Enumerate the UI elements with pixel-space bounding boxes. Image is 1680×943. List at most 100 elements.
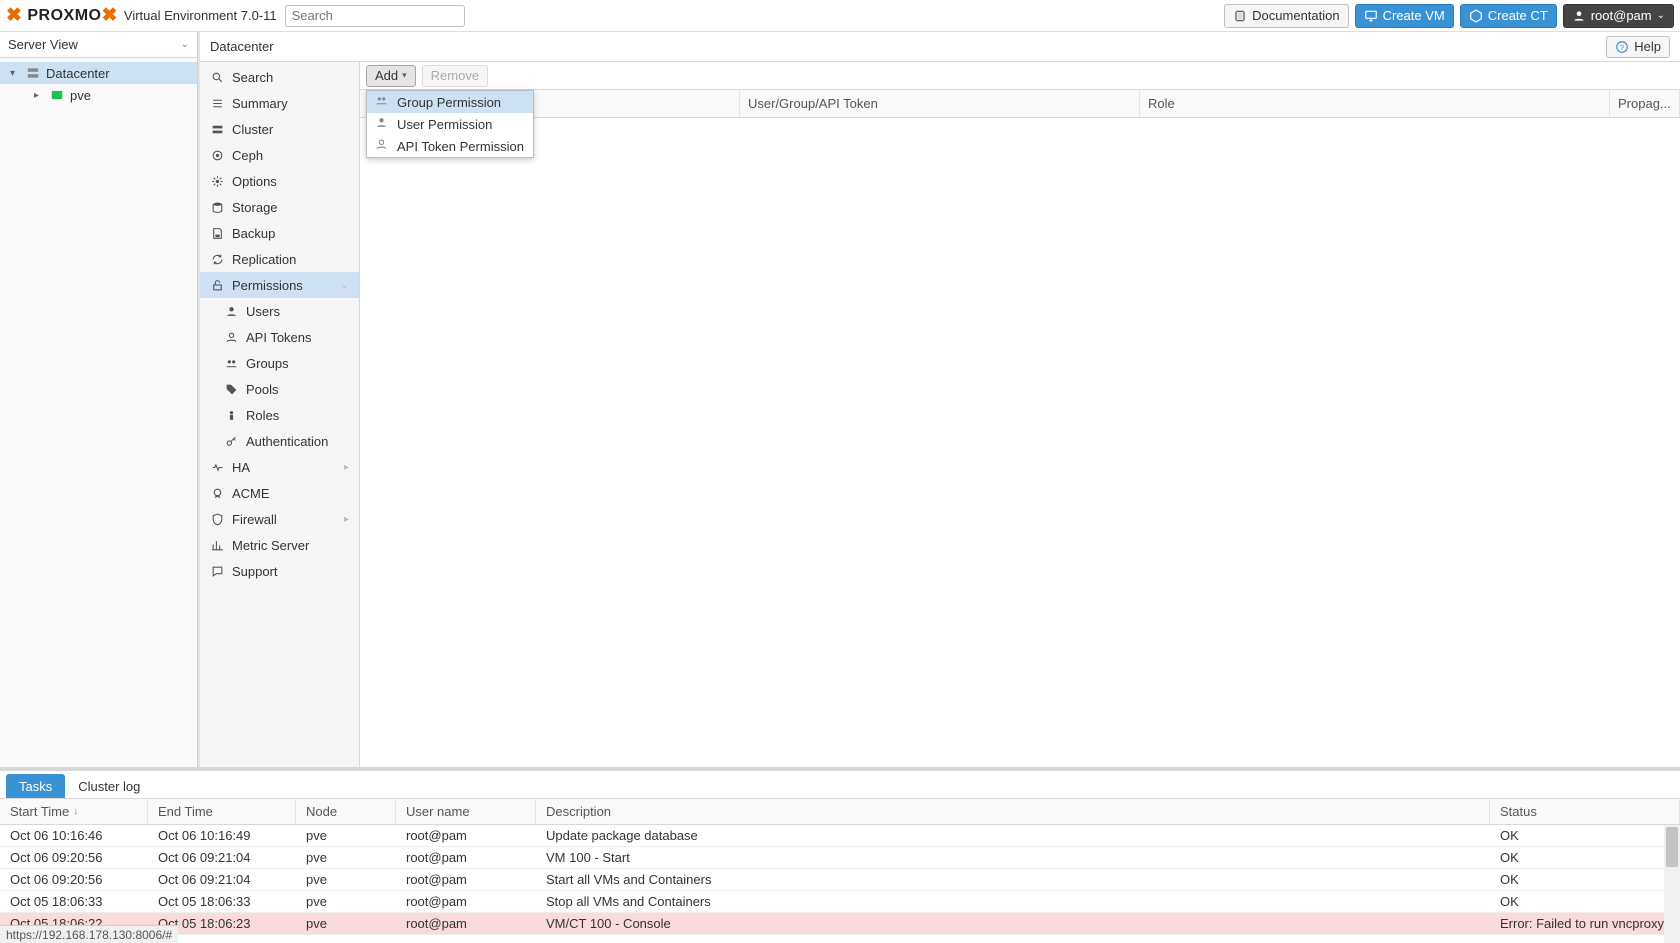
- node-online-icon: [50, 88, 64, 102]
- menu-acme[interactable]: ACME: [200, 480, 359, 506]
- menu-backup[interactable]: Backup: [200, 220, 359, 246]
- help-label: Help: [1634, 39, 1661, 54]
- log-grid-header: Start Time↓ End Time Node User name Desc…: [0, 799, 1680, 825]
- col-user-name[interactable]: User name: [396, 799, 536, 824]
- task-row[interactable]: Oct 05 18:06:22Oct 05 18:06:23pveroot@pa…: [0, 913, 1680, 935]
- ceph-icon: [210, 149, 224, 162]
- cell-node: pve: [296, 850, 396, 865]
- heartbeat-icon: [210, 461, 224, 474]
- cell-user: root@pam: [396, 894, 536, 909]
- col-start-time[interactable]: Start Time↓: [0, 799, 148, 824]
- col-user-group-token[interactable]: User/Group/API Token: [740, 90, 1140, 117]
- col-node[interactable]: Node: [296, 799, 396, 824]
- cell-user: root@pam: [396, 916, 536, 931]
- tab-cluster-log[interactable]: Cluster log: [65, 774, 153, 798]
- svg-text:?: ?: [1620, 42, 1624, 51]
- cell-node: pve: [296, 894, 396, 909]
- tree-view-label: Server View: [8, 37, 78, 52]
- search-input[interactable]: [285, 5, 465, 27]
- remove-button[interactable]: Remove: [422, 65, 488, 87]
- dropdown-label: User Permission: [397, 117, 492, 132]
- add-button[interactable]: Add ▾: [366, 65, 416, 87]
- status-url: https://192.168.178.130:8006/#: [6, 928, 172, 942]
- menu-pools[interactable]: Pools: [200, 376, 359, 402]
- cell-status: OK: [1490, 850, 1680, 865]
- task-row[interactable]: Oct 06 09:20:56Oct 06 09:21:04pveroot@pa…: [0, 847, 1680, 869]
- task-row[interactable]: Oct 06 09:20:56Oct 06 09:21:04pveroot@pa…: [0, 869, 1680, 891]
- cube-icon: [1469, 9, 1483, 23]
- content-header: Datacenter ? Help: [200, 32, 1680, 62]
- menu-replication[interactable]: Replication: [200, 246, 359, 272]
- cell-start: Oct 06 10:16:46: [0, 828, 148, 843]
- menu-storage[interactable]: Storage: [200, 194, 359, 220]
- cell-start: Oct 06 09:20:56: [0, 850, 148, 865]
- config-side-menu: Search Summary Cluster Ceph Options Stor…: [200, 62, 360, 767]
- cell-end: Oct 06 09:21:04: [148, 850, 296, 865]
- create-vm-label: Create VM: [1383, 8, 1445, 23]
- cell-desc: Start all VMs and Containers: [536, 872, 1490, 887]
- remove-label: Remove: [431, 68, 479, 83]
- menu-summary[interactable]: Summary: [200, 90, 359, 116]
- chevron-down-icon: ⌄: [181, 39, 189, 50]
- sort-down-icon: ↓: [73, 806, 78, 817]
- cell-user: root@pam: [396, 872, 536, 887]
- menu-label: Options: [232, 174, 277, 189]
- dropdown-group-permission[interactable]: Group Permission: [367, 91, 533, 113]
- col-status[interactable]: Status: [1490, 799, 1680, 824]
- tree-view-selector[interactable]: Server View ⌄: [0, 32, 197, 58]
- user-icon: [375, 116, 389, 132]
- documentation-button[interactable]: Documentation: [1224, 4, 1348, 28]
- dropdown-label: Group Permission: [397, 95, 501, 110]
- col-propagate[interactable]: Propag...: [1610, 90, 1680, 117]
- menu-authentication[interactable]: Authentication: [200, 428, 359, 454]
- expand-icon[interactable]: ▸: [34, 90, 44, 101]
- task-row[interactable]: Oct 05 18:06:33Oct 05 18:06:33pveroot@pa…: [0, 891, 1680, 913]
- menu-ha[interactable]: HA▸: [200, 454, 359, 480]
- menu-search[interactable]: Search: [200, 64, 359, 90]
- chart-icon: [210, 539, 224, 552]
- menu-users[interactable]: Users: [200, 298, 359, 324]
- col-description[interactable]: Description: [536, 799, 1490, 824]
- user-menu-button[interactable]: root@pam ⌄: [1563, 4, 1674, 28]
- log-tab-bar: Tasks Cluster log: [0, 771, 1680, 799]
- users-icon: [375, 94, 389, 110]
- certificate-icon: [210, 487, 224, 500]
- menu-firewall[interactable]: Firewall▸: [200, 506, 359, 532]
- menu-label: Permissions: [232, 278, 303, 293]
- menu-cluster[interactable]: Cluster: [200, 116, 359, 142]
- menu-label: Summary: [232, 96, 288, 111]
- col-end-time[interactable]: End Time: [148, 799, 296, 824]
- cell-user: root@pam: [396, 850, 536, 865]
- add-dropdown-menu: Group Permission User Permission API Tok…: [366, 90, 534, 158]
- tab-tasks[interactable]: Tasks: [6, 774, 65, 798]
- dropdown-api-token-permission[interactable]: API Token Permission: [367, 135, 533, 157]
- chevron-down-icon: ⌄: [341, 280, 349, 291]
- menu-support[interactable]: Support: [200, 558, 359, 584]
- menu-label: Cluster: [232, 122, 273, 137]
- tree-node-pve[interactable]: ▸ pve: [0, 84, 197, 106]
- scrollbar-thumb[interactable]: [1666, 827, 1678, 867]
- create-vm-button[interactable]: Create VM: [1355, 4, 1454, 28]
- menu-permissions[interactable]: Permissions ⌄: [200, 272, 359, 298]
- create-ct-button[interactable]: Create CT: [1460, 4, 1557, 28]
- cell-desc: VM/CT 100 - Console: [536, 916, 1490, 931]
- dropdown-user-permission[interactable]: User Permission: [367, 113, 533, 135]
- menu-options[interactable]: Options: [200, 168, 359, 194]
- task-log-panel: Tasks Cluster log Start Time↓ End Time N…: [0, 767, 1680, 943]
- task-row[interactable]: Oct 06 10:16:46Oct 06 10:16:49pveroot@pa…: [0, 825, 1680, 847]
- menu-metric-server[interactable]: Metric Server: [200, 532, 359, 558]
- collapse-icon[interactable]: ▾: [10, 68, 20, 79]
- help-button[interactable]: ? Help: [1606, 36, 1670, 58]
- log-scrollbar[interactable]: [1664, 825, 1680, 943]
- menu-label: Groups: [246, 356, 289, 371]
- menu-roles[interactable]: Roles: [200, 402, 359, 428]
- menu-groups[interactable]: Groups: [200, 350, 359, 376]
- list-icon: [210, 97, 224, 110]
- tree-node-datacenter[interactable]: ▾ Datacenter: [0, 62, 197, 84]
- cell-desc: Update package database: [536, 828, 1490, 843]
- menu-label: Ceph: [232, 148, 263, 163]
- tree-node-label: Datacenter: [46, 66, 110, 81]
- menu-api-tokens[interactable]: API Tokens: [200, 324, 359, 350]
- menu-ceph[interactable]: Ceph: [200, 142, 359, 168]
- col-role[interactable]: Role: [1140, 90, 1610, 117]
